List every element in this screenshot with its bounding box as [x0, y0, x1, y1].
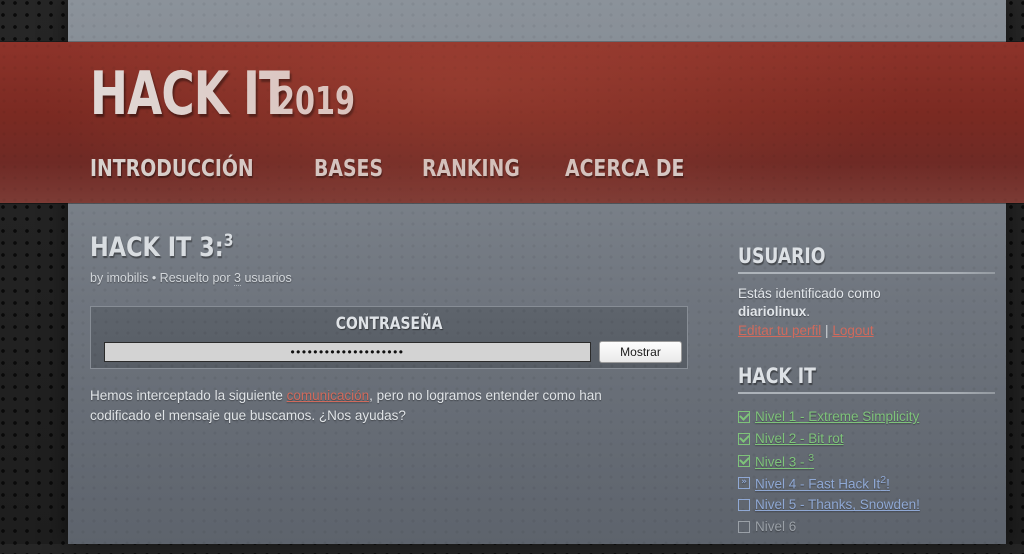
- level-label: Nivel 3 - 3: [755, 452, 814, 470]
- site-logo-title: HACK IT: [90, 59, 290, 129]
- sidebar: Usuario Estás identificado como diarioli…: [738, 244, 996, 554]
- sidebar-heading-usuario: Usuario: [738, 244, 826, 268]
- level-label-text: Nivel 4 - Fast Hack It: [755, 476, 881, 492]
- checkbox-checked-icon[interactable]: [738, 410, 750, 423]
- user-status-text: Estás identificado como: [738, 286, 881, 302]
- challenge-description: Hemos interceptado la siguiente comunica…: [90, 386, 643, 425]
- level-item-5[interactable]: Nivel 5 - Thanks, Snowden!: [738, 494, 996, 516]
- sidebar-heading-hackit: Hack It: [738, 363, 816, 388]
- levels-list: Nivel 1 - Extreme Simplicity Nivel 2 - B…: [738, 406, 996, 538]
- password-legend-text: Contraseña: [335, 314, 443, 335]
- current-level-marker-icon[interactable]: »: [738, 476, 750, 489]
- level-item-6: Nivel 6: [738, 516, 996, 538]
- level-label: Nivel 2 - Bit rot: [755, 431, 844, 447]
- level-item-3[interactable]: Nivel 3 - 3: [738, 450, 996, 472]
- edit-profile-link[interactable]: Editar tu perfil: [738, 323, 821, 338]
- level-item-2[interactable]: Nivel 2 - Bit rot: [738, 428, 996, 450]
- site-logo[interactable]: HACK IT2019: [90, 64, 370, 124]
- password-legend: Contraseña: [91, 314, 687, 334]
- show-password-button[interactable]: Mostrar: [599, 341, 682, 364]
- password-panel: Contraseña Mostrar: [90, 306, 688, 370]
- level-label-text: Nivel 3 -: [755, 454, 809, 470]
- level-label-suffix: !: [886, 476, 890, 492]
- page-title: HACK IT 3:3: [90, 230, 588, 263]
- nav-item-introduccion[interactable]: Introducción: [90, 156, 254, 182]
- description-pre: Hemos interceptado la siguiente: [90, 388, 287, 404]
- user-info-block: Estás identificado como diariolinux.: [738, 285, 996, 322]
- main-navigation: Introducción Bases Ranking Acerca de: [90, 156, 711, 182]
- site-header-banner: HACK IT2019 Introducción Bases Ranking A…: [0, 42, 1024, 203]
- banner-inner: HACK IT2019 Introducción Bases Ranking A…: [68, 42, 1006, 203]
- byline-solver-count: 3: [234, 271, 241, 287]
- user-links: Editar tu perfil | Logout: [738, 323, 996, 338]
- level-label: Nivel 4 - Fast Hack It2!: [755, 474, 890, 492]
- password-input[interactable]: [104, 342, 591, 363]
- page-title-superscript: 3: [223, 230, 234, 250]
- checkbox-unchecked-icon[interactable]: [738, 498, 750, 511]
- page-root: HACK IT2019 Introducción Bases Ranking A…: [0, 0, 1024, 544]
- sidebar-rule-hackit: [738, 391, 995, 394]
- level-label: Nivel 1 - Extreme Simplicity: [755, 409, 920, 425]
- checkbox-checked-icon[interactable]: [738, 432, 750, 445]
- nav-item-ranking[interactable]: Ranking: [422, 156, 520, 182]
- level-item-1[interactable]: Nivel 1 - Extreme Simplicity: [738, 406, 996, 428]
- level-item-4[interactable]: » Nivel 4 - Fast Hack It2!: [738, 472, 996, 494]
- sidebar-rule-usuario: [738, 272, 995, 275]
- nav-item-acerca-de[interactable]: Acerca de: [565, 156, 684, 182]
- user-name: diariolinux: [738, 304, 807, 320]
- page-title-text: HACK IT 3:: [90, 232, 224, 263]
- comunicacion-link[interactable]: comunicación: [287, 388, 370, 403]
- site-logo-year: 2019: [275, 79, 356, 123]
- user-name-period: .: [806, 304, 811, 320]
- links-separator: |: [821, 322, 833, 338]
- checkbox-checked-icon[interactable]: [738, 454, 750, 467]
- logout-link[interactable]: Logout: [832, 323, 873, 338]
- byline-suffix: usuarios: [240, 271, 292, 286]
- password-row: Mostrar: [104, 341, 682, 364]
- nav-item-bases[interactable]: Bases: [314, 156, 383, 182]
- level-label: Nivel 6: [755, 519, 797, 535]
- level-label-superscript: 3: [808, 452, 815, 465]
- challenge-byline: by imobilis • Resuelto por 3 usuarios: [90, 271, 690, 287]
- levels-heading-wrap: Hack It: [738, 363, 996, 394]
- main-content: HACK IT 3:3 by imobilis • Resuelto por 3…: [90, 230, 690, 439]
- level-label: Nivel 5 - Thanks, Snowden!: [755, 497, 920, 513]
- byline-author: by imobilis • Resuelto por: [90, 271, 235, 286]
- checkbox-disabled-icon: [738, 520, 750, 533]
